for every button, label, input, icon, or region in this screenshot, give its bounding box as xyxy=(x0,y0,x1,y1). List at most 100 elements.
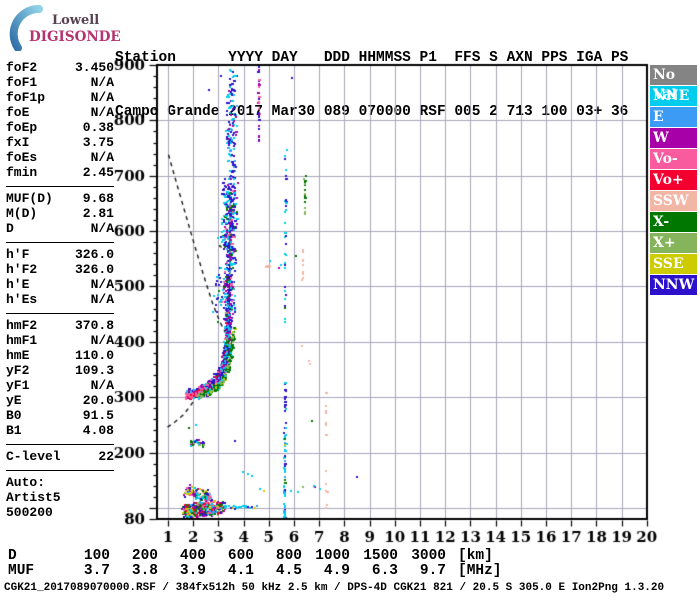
param-label: B0 xyxy=(6,408,22,423)
muf-row: MUF 3.7 3.8 3.9 4.1 4.5 4.9 6.3 9.7 [MHz] xyxy=(8,564,502,579)
legend-label: X+ xyxy=(653,235,676,251)
row-value: 200 xyxy=(131,548,158,564)
legend-label: W xyxy=(653,130,669,146)
divider xyxy=(6,242,114,243)
param-row: h'E N/A xyxy=(6,277,114,292)
param-row: yF1 N/A xyxy=(6,378,114,393)
digisonde-ionogram-page: { "logo": { "top": "Lowell", "bottom": "… xyxy=(0,0,700,600)
param-row: foEp 0.38 xyxy=(6,120,114,135)
param-row: foF1p N/A xyxy=(6,90,114,105)
legend-item: NNE xyxy=(650,86,697,106)
row-value: 1500 xyxy=(363,548,398,564)
legend-label: Vo+ xyxy=(653,172,684,188)
row-value: 800 xyxy=(275,548,302,564)
param-label: Artist5 xyxy=(6,490,61,505)
param-row: yF2 109.3 xyxy=(6,363,114,378)
row-value: 3.9 xyxy=(179,563,206,579)
param-label: fxI xyxy=(6,135,30,150)
param-row: D N/A xyxy=(6,221,114,236)
legend-item: Vo+ xyxy=(650,170,697,190)
param-label: M(D) xyxy=(6,206,38,221)
legend-label: NNW xyxy=(653,277,695,293)
logo: Lowell DIGISONDE xyxy=(8,4,121,52)
param-label: foF1p xyxy=(6,90,46,105)
param-row: B0 91.5 xyxy=(6,408,114,423)
param-row: h'Es N/A xyxy=(6,292,114,307)
param-row: fxI 3.75 xyxy=(6,135,114,150)
row-value: 3.7 xyxy=(83,563,110,579)
row-label: MUF xyxy=(8,563,35,579)
param-row: 500200 xyxy=(6,505,114,520)
param-row: MUF(D) 9.68 xyxy=(6,191,114,206)
param-row: hmF2 370.8 xyxy=(6,318,114,333)
param-label: fmin xyxy=(6,165,38,180)
legend-label: X- xyxy=(653,214,670,230)
param-label: hmF2 xyxy=(6,318,38,333)
legend-item: Vo- xyxy=(650,149,697,169)
param-row: h'F 326.0 xyxy=(6,247,114,262)
legend-item: X- xyxy=(650,212,697,232)
param-value: 326.0 xyxy=(74,262,114,277)
param-row: B1 4.08 xyxy=(6,423,114,438)
row-value: 4.1 xyxy=(227,563,254,579)
row-label: D xyxy=(8,548,17,564)
row-value: 4.5 xyxy=(275,563,302,579)
logo-lowell-text: Lowell xyxy=(52,13,100,28)
param-row: h'F2 326.0 xyxy=(6,262,114,277)
legend-item: SSW xyxy=(650,191,697,211)
row-value: 400 xyxy=(179,548,206,564)
param-value: 109.3 xyxy=(74,363,114,378)
legend-item: W xyxy=(650,128,697,148)
param-label: Auto: xyxy=(6,475,46,490)
row-unit: [km] xyxy=(458,548,493,564)
row-value: 1000 xyxy=(315,548,350,564)
param-label: MUF(D) xyxy=(6,191,53,206)
divider xyxy=(6,186,114,187)
legend-item: No Val xyxy=(650,65,697,103)
param-value: 3.450 xyxy=(74,60,114,75)
legend-label: Vo- xyxy=(653,151,678,167)
row-unit: [MHz] xyxy=(458,563,502,579)
ionogram-canvas xyxy=(110,48,660,550)
param-row: hmF1 N/A xyxy=(6,333,114,348)
legend-label: E xyxy=(653,109,664,125)
param-row: foF2 3.450 xyxy=(6,60,114,75)
param-label: D xyxy=(6,221,14,236)
legend-item: NNW xyxy=(650,275,697,295)
param-row: C-level 22 xyxy=(6,449,114,464)
param-label: foF2 xyxy=(6,60,38,75)
param-label: foEp xyxy=(6,120,38,135)
param-label: 500200 xyxy=(6,505,53,520)
param-row: M(D) 2.81 xyxy=(6,206,114,221)
param-row: Auto: xyxy=(6,475,114,490)
param-row: yE 20.0 xyxy=(6,393,114,408)
param-value: 326.0 xyxy=(74,247,114,262)
param-label: yE xyxy=(6,393,22,408)
status-line: CGK21_2017089070000.RSF / 384fx512h 50 k… xyxy=(4,582,665,594)
param-label: B1 xyxy=(6,423,22,438)
row-value: 600 xyxy=(227,548,254,564)
param-label: foE xyxy=(6,105,30,120)
parameter-panel: foF2 3.450 foF1 N/A foF1p N/A foE N/A foEp 0.38 fx… xyxy=(6,60,114,520)
divider xyxy=(6,313,114,314)
legend-label: SSE xyxy=(653,256,684,272)
param-label: hmE xyxy=(6,348,30,363)
legend-item: X+ xyxy=(650,233,697,253)
param-value: 370.8 xyxy=(74,318,114,333)
row-value: 3000 xyxy=(411,548,446,564)
param-value: 110.0 xyxy=(74,348,114,363)
param-row: foF1 N/A xyxy=(6,75,114,90)
param-label: yF2 xyxy=(6,363,30,378)
legend-item: SSE xyxy=(650,254,697,274)
param-label: foF1 xyxy=(6,75,38,90)
legend-label: SSW xyxy=(653,193,689,209)
velocity-legend: No ValNNE EW Vo- Vo+ SSW X- X+ SSE NNW xyxy=(650,65,697,296)
param-label: h'F2 xyxy=(6,262,38,277)
distance-row: D 100 200 400 600 800 1000 1500 3000 [km] xyxy=(8,549,493,564)
param-row: fmin 2.45 xyxy=(6,165,114,180)
param-label: yF1 xyxy=(6,378,30,393)
row-value: 100 xyxy=(83,548,110,564)
param-row: foEs N/A xyxy=(6,150,114,165)
divider xyxy=(6,444,114,445)
param-row: Artist5 xyxy=(6,490,114,505)
